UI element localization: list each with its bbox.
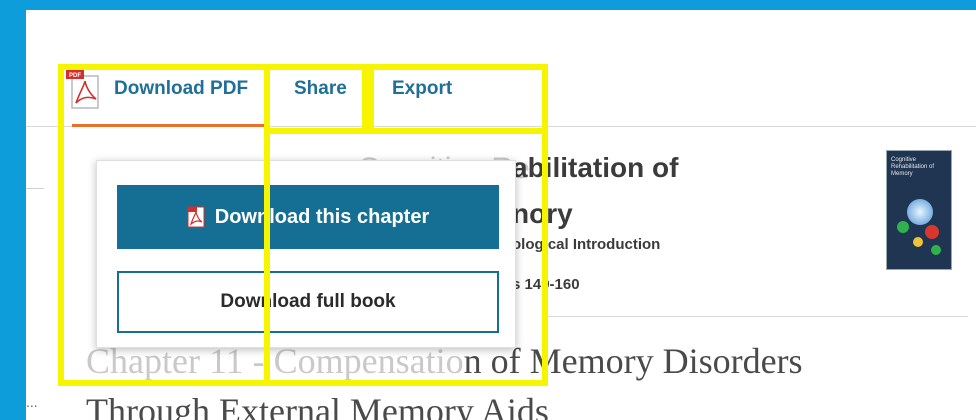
- highlight-share-tab: [264, 64, 368, 134]
- chapter-title-line2: Through External Memory Aids: [86, 391, 549, 420]
- header-separator: [546, 316, 968, 317]
- book-cover-image[interactable]: Cognitive Rehabilitation of Memory: [886, 150, 952, 270]
- left-divider: [26, 188, 44, 189]
- book-cover-title: Cognitive Rehabilitation of Memory: [891, 157, 935, 177]
- more-indicator: ...: [26, 394, 38, 410]
- highlight-dropdown-region: [58, 130, 548, 386]
- highlight-export-tab: [368, 64, 548, 134]
- article-page: PDF Download PDF Share Export Cognitive …: [26, 10, 976, 420]
